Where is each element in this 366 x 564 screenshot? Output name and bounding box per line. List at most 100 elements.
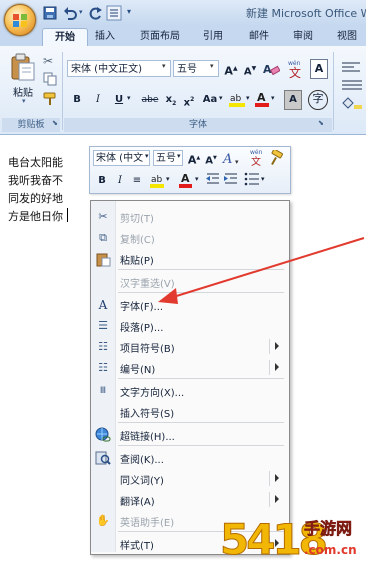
- group-divider: [333, 52, 334, 130]
- tab-review[interactable]: 审阅: [288, 28, 318, 46]
- submenu-arrow-icon: [275, 342, 279, 350]
- superscript-icon[interactable]: x2: [181, 91, 197, 109]
- strikethrough-icon[interactable]: abe: [139, 91, 161, 109]
- menu-item-paragraph[interactable]: ☰ 段落(P)...: [91, 315, 287, 336]
- clipboard-launcher-icon[interactable]: ⬊: [52, 119, 58, 127]
- menu-separator: [118, 378, 284, 379]
- mini-font-name-dropdown-icon[interactable]: ▾: [145, 152, 149, 160]
- scissors-icon: ✂: [98, 210, 108, 223]
- undo-dropdown-icon[interactable]: ▾: [79, 8, 83, 16]
- menu-item-bullets[interactable]: ☷ 项目符号(B): [91, 336, 287, 357]
- grow-font-icon[interactable]: A▲: [222, 60, 240, 78]
- lookup-icon: [95, 451, 111, 465]
- svg-text:文: 文: [251, 155, 261, 167]
- svg-text:A: A: [181, 172, 190, 185]
- undo-icon[interactable]: [62, 5, 78, 21]
- menu-item-synonyms[interactable]: 同义词(Y): [91, 468, 287, 489]
- mini-phonetic-icon[interactable]: wén 文: [249, 147, 265, 167]
- mini-font-color-icon[interactable]: A: [178, 170, 194, 190]
- font-size-dropdown-icon[interactable]: ▾: [210, 62, 214, 70]
- format-painter-icon[interactable]: [43, 92, 57, 106]
- svg-text:A: A: [257, 91, 266, 104]
- mini-shrink-font-icon[interactable]: A▼: [204, 149, 218, 167]
- tab-home[interactable]: 开始: [42, 28, 88, 47]
- submenu-divider: [269, 492, 270, 507]
- character-border-icon[interactable]: A: [310, 59, 328, 79]
- office-button[interactable]: [4, 4, 36, 36]
- shading-icon[interactable]: [340, 94, 364, 110]
- shrink-font-icon[interactable]: A▼: [242, 60, 258, 78]
- tab-mailings[interactable]: 邮件: [244, 28, 274, 46]
- enclose-characters-icon[interactable]: 字: [308, 90, 328, 110]
- menu-item-text-direction[interactable]: Ⅲ 文字方向(X)...: [91, 380, 287, 401]
- save-icon[interactable]: [42, 5, 58, 21]
- numbering-icon: ☷: [98, 361, 108, 374]
- cut-icon[interactable]: ✂: [43, 54, 53, 68]
- mini-bold-icon[interactable]: B: [95, 172, 109, 190]
- svg-text:.com.cn: .com.cn: [304, 543, 357, 557]
- tab-page-layout[interactable]: 页面布局: [134, 28, 186, 46]
- tab-references[interactable]: 引用: [198, 28, 228, 46]
- paste-dropdown-icon[interactable]: ▾: [22, 97, 26, 105]
- mini-bullets-icon[interactable]: [244, 172, 260, 186]
- phonetic-guide-icon[interactable]: wén 文: [286, 58, 306, 80]
- mini-highlight-icon[interactable]: ab: [149, 170, 167, 190]
- clear-formatting-icon[interactable]: A: [262, 60, 280, 78]
- group-divider: [62, 52, 63, 130]
- font-group-label: 字体: [64, 118, 332, 132]
- menu-item-hyperlink[interactable]: 超链接(H)...: [91, 424, 287, 445]
- menu-item-insert-symbol[interactable]: 插入符号(S): [91, 401, 287, 422]
- paste-icon[interactable]: [10, 52, 36, 82]
- document-line: 同发的好地: [8, 192, 63, 205]
- mini-font-name-box[interactable]: 宋体 (中文: [93, 150, 150, 166]
- svg-text:ab: ab: [230, 94, 242, 104]
- highlight-icon[interactable]: ab: [228, 89, 246, 109]
- font-color-icon[interactable]: A: [254, 89, 270, 109]
- submenu-arrow-icon: [275, 363, 279, 371]
- copy-icon[interactable]: [43, 72, 57, 86]
- show-formatting-icon[interactable]: [106, 5, 122, 21]
- text-direction-icon: Ⅲ: [99, 386, 107, 396]
- svg-text:ab: ab: [151, 175, 163, 185]
- tab-insert[interactable]: 插入: [90, 28, 120, 46]
- menu-item-cut[interactable]: ✂ 剪切(T): [91, 206, 287, 227]
- customize-toolbar-icon[interactable]: ▾: [127, 7, 131, 16]
- font-name-box[interactable]: 宋体 (中文正文): [67, 60, 171, 77]
- highlight-dropdown-icon[interactable]: ▾: [246, 94, 250, 102]
- font-color-dropdown-icon[interactable]: ▾: [271, 94, 275, 102]
- submenu-divider: [269, 360, 270, 375]
- mini-bullets-dropdown-icon[interactable]: ▾: [261, 175, 265, 183]
- redo-icon[interactable]: [88, 5, 104, 21]
- mini-highlight-dropdown-icon[interactable]: ▾: [166, 175, 170, 183]
- mini-increase-indent-icon[interactable]: [223, 172, 239, 186]
- font-launcher-icon[interactable]: ⬊: [318, 119, 324, 127]
- svg-text:▾: ▾: [235, 158, 239, 166]
- english-assistant-icon: ✋: [96, 514, 110, 527]
- change-case-icon[interactable]: Aa: [200, 91, 220, 109]
- subscript-icon[interactable]: x2: [163, 91, 179, 109]
- underline-icon[interactable]: U: [112, 91, 126, 109]
- mini-italic-icon[interactable]: I: [113, 172, 127, 190]
- menu-item-numbering[interactable]: ☷ 编号(N): [91, 357, 287, 378]
- font-name-dropdown-icon[interactable]: ▾: [162, 62, 166, 70]
- underline-dropdown-icon[interactable]: ▾: [127, 94, 131, 102]
- mini-font-size-dropdown-icon[interactable]: ▾: [177, 152, 181, 160]
- site-watermark-logo: 5418 手游网 .com.cn: [218, 506, 366, 564]
- italic-icon[interactable]: I: [91, 91, 105, 109]
- bold-icon[interactable]: B: [70, 91, 84, 109]
- mini-decrease-indent-icon[interactable]: [205, 172, 221, 186]
- align-left-icon[interactable]: [340, 60, 364, 76]
- text-cursor: [67, 208, 68, 222]
- mini-format-painter-icon[interactable]: [268, 150, 284, 166]
- justify-icon[interactable]: [340, 78, 364, 92]
- mini-styles-icon[interactable]: A ▾: [222, 149, 244, 167]
- mini-font-color-dropdown-icon[interactable]: ▾: [195, 175, 199, 183]
- change-case-dropdown-icon[interactable]: ▾: [219, 94, 223, 102]
- menu-item-lookup[interactable]: 查阅(K)...: [91, 447, 287, 468]
- mini-grow-font-icon[interactable]: A▲: [186, 149, 202, 167]
- bullets-icon: ☷: [98, 340, 108, 353]
- mini-center-icon[interactable]: ≡: [127, 172, 147, 190]
- hyperlink-icon: [95, 427, 111, 442]
- tab-view[interactable]: 视图: [332, 28, 362, 46]
- character-shading-icon[interactable]: A: [284, 90, 302, 110]
